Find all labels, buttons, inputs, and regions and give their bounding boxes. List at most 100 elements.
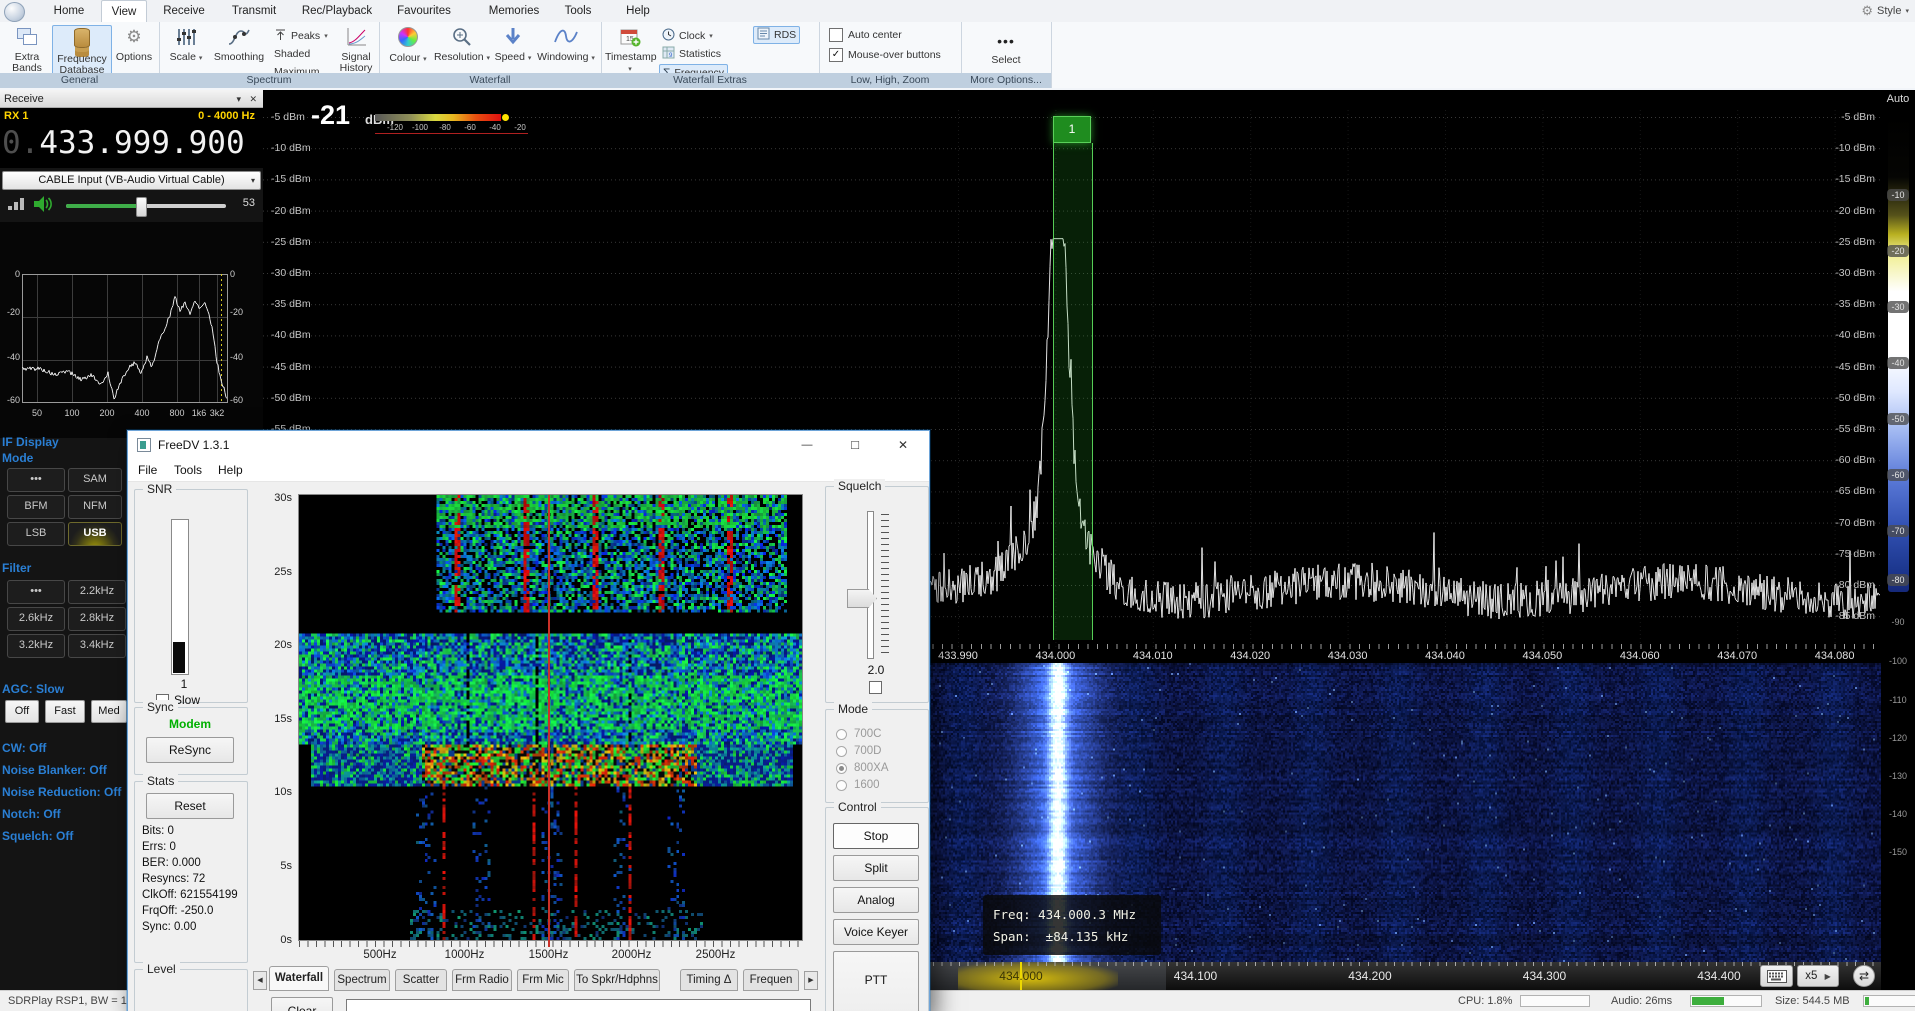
ptt-button[interactable]: PTT	[833, 951, 919, 1011]
tab-scatter[interactable]: Scatter	[395, 969, 447, 991]
tab-help[interactable]: Help	[620, 0, 656, 22]
radio-800xa[interactable]	[836, 763, 847, 774]
analog-button[interactable]: Analog	[833, 887, 919, 913]
maximize-button[interactable]: □	[832, 431, 878, 459]
agc-fast-button[interactable]: Fast	[45, 700, 85, 723]
freedv-title-bar[interactable]: FreeDV 1.3.1 — □ ✕	[128, 431, 929, 459]
volume-value: 53	[243, 197, 255, 209]
filter-34-button[interactable]: 3.4kHz	[68, 634, 126, 658]
tab-frm-mic[interactable]: Frm Mic	[517, 969, 569, 991]
smoothing-button[interactable]: Smoothing	[211, 25, 267, 63]
clock-button[interactable]: Clock ▾	[659, 28, 716, 44]
tab-to-spkr[interactable]: To Spkr/Hdphns	[574, 969, 660, 991]
signal-history-button[interactable]: Signal History	[335, 25, 377, 74]
filter-more-button[interactable]: •••	[7, 580, 65, 604]
extra-bands-button[interactable]: Extra Bands	[4, 25, 50, 74]
collapse-icon[interactable]: ▾	[236, 90, 241, 108]
frequency-display[interactable]: RX 1 0 - 4000 Hz 0.433.999.900	[0, 108, 263, 168]
tab-receive[interactable]: Receive	[158, 0, 210, 22]
split-button[interactable]: Split	[833, 855, 919, 881]
zoom-x5-button[interactable]: x5 ▶	[1797, 965, 1839, 987]
statistics-button[interactable]: 9 Statistics	[659, 46, 724, 62]
menu-tools[interactable]: Tools	[174, 463, 202, 477]
auto-center-checkbox[interactable]: Auto center	[829, 28, 902, 42]
app-menu-orb[interactable]	[4, 2, 25, 22]
tab-waterfall[interactable]: Waterfall	[269, 966, 329, 991]
windowing-button[interactable]: Windowing ▾	[535, 25, 597, 64]
waterfall-colour-legend[interactable]	[375, 114, 501, 121]
stop-button[interactable]: Stop	[833, 823, 919, 849]
peaks-button[interactable]: Peaks ▾	[271, 28, 331, 44]
tab-frequency[interactable]: Frequen	[743, 969, 799, 991]
options-button[interactable]: ⚙ Options	[112, 25, 156, 63]
tabs-scroll-right[interactable]: ▶	[804, 971, 818, 990]
mode-nfm-button[interactable]: NFM	[68, 495, 122, 519]
tab-frm-radio[interactable]: Frm Radio	[452, 969, 512, 991]
tuned-frequency[interactable]: 0.433.999.900	[2, 125, 245, 161]
freedv-window[interactable]: FreeDV 1.3.1 — □ ✕ File Tools Help SNR 1…	[127, 430, 930, 1011]
tab-spectrum[interactable]: Spectrum	[334, 969, 390, 991]
pan-swap-button[interactable]: ⇄	[1853, 965, 1875, 987]
mode-bfm-button[interactable]: BFM	[7, 495, 65, 519]
mouse-over-buttons-checkbox[interactable]: ✓ Mouse-over buttons	[829, 48, 941, 62]
shaded-button[interactable]: Shaded	[271, 46, 313, 62]
radio-700c[interactable]	[836, 729, 847, 740]
voice-keyer-button[interactable]: Voice Keyer	[833, 919, 919, 945]
reset-button[interactable]: Reset	[146, 793, 234, 819]
tabs-scroll-left[interactable]: ◀	[253, 971, 267, 990]
rds-button[interactable]: RDS	[753, 26, 800, 44]
volume-slider[interactable]	[66, 204, 226, 208]
resync-button[interactable]: ReSync	[146, 737, 234, 763]
frequency-database-button[interactable]: Frequency Database	[52, 25, 112, 77]
tab-memories[interactable]: Memories	[484, 0, 544, 22]
radio-1600[interactable]	[836, 780, 847, 791]
filter-28-button[interactable]: 2.8kHz	[68, 607, 126, 631]
range-gradient-slider[interactable]	[1888, 115, 1909, 592]
squelch-checkbox[interactable]	[869, 681, 882, 694]
resolution-button[interactable]: Resolution ▾	[433, 25, 491, 64]
speed-button[interactable]: Speed ▾	[493, 25, 533, 64]
squelch-slider[interactable]	[867, 511, 874, 659]
channel-filter-band[interactable]	[1053, 143, 1093, 640]
tab-favourites[interactable]: Favourites	[392, 0, 456, 22]
minimize-button[interactable]: —	[784, 431, 830, 459]
close-button[interactable]: ✕	[880, 431, 926, 459]
select-button[interactable]: ••• Select	[983, 28, 1029, 66]
agc-med-button[interactable]: Med	[91, 700, 127, 723]
tab-tools[interactable]: Tools	[558, 0, 598, 22]
channel-marker-1[interactable]: 1	[1053, 116, 1091, 143]
tab-view[interactable]: View	[101, 0, 147, 23]
scale-button[interactable]: Scale ▾	[164, 25, 208, 64]
agc-off-button[interactable]: Off	[5, 700, 39, 723]
menu-file[interactable]: File	[138, 463, 157, 477]
legend-marker-dot[interactable]	[502, 114, 509, 121]
style-control[interactable]: ⚙ Style ▾	[1861, 2, 1909, 20]
filter-22-button[interactable]: 2.2kHz	[68, 580, 126, 604]
mode-lsb-button[interactable]: LSB	[7, 522, 65, 546]
tab-rec-playback[interactable]: Rec/Playback	[296, 0, 378, 22]
keyboard-entry-button[interactable]	[1760, 965, 1793, 987]
volume-handle[interactable]	[136, 197, 147, 217]
freedv-waterfall-display[interactable]	[299, 495, 802, 940]
clear-button[interactable]: Clear	[271, 997, 333, 1011]
radio-700d[interactable]	[836, 746, 847, 757]
tab-home[interactable]: Home	[44, 0, 94, 22]
audio-device-select[interactable]: CABLE Input (VB-Audio Virtual Cable) ▾	[2, 171, 261, 190]
filter-26-button[interactable]: 2.6kHz	[7, 607, 65, 631]
colour-button[interactable]: Colour ▾	[385, 25, 431, 65]
tab-timing[interactable]: Timing Δ	[680, 969, 738, 991]
receive-panel-header[interactable]: Receive ▾ ✕	[0, 90, 263, 108]
menu-help[interactable]: Help	[218, 463, 243, 477]
mode-usb-button[interactable]: USB	[68, 522, 122, 546]
timestamp-button[interactable]: 15 Timestamp ▾	[605, 25, 655, 75]
stats-group-label: Stats	[143, 774, 178, 788]
mode-sam-button[interactable]: SAM	[68, 468, 122, 492]
mode-more-button[interactable]: •••	[7, 468, 65, 492]
text-output-field[interactable]	[346, 999, 811, 1011]
close-icon[interactable]: ✕	[249, 90, 257, 108]
tab-transmit[interactable]: Transmit	[226, 0, 282, 22]
speaker-icon[interactable]	[32, 195, 54, 218]
filter-32-button[interactable]: 3.2kHz	[7, 634, 65, 658]
freedv-waterfall-plot[interactable]	[298, 494, 803, 941]
auto-range-button[interactable]: Auto	[1881, 93, 1915, 105]
